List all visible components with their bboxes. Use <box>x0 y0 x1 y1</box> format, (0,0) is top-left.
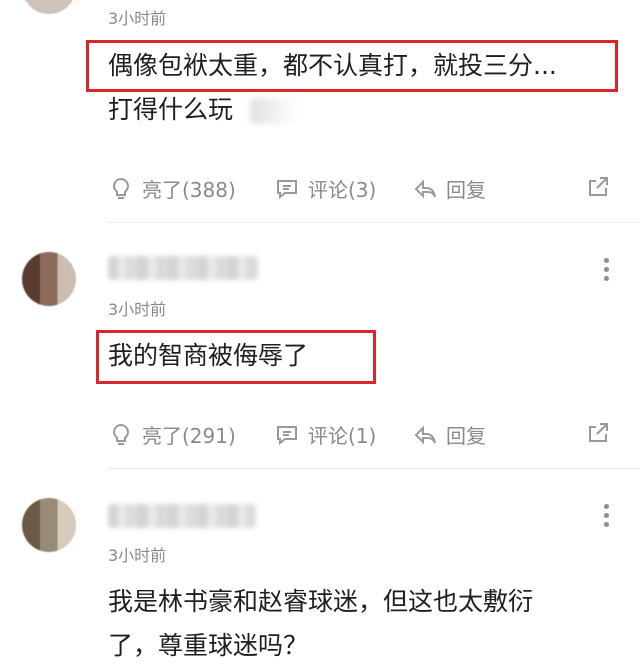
reply-label: 回复 <box>446 178 486 202</box>
comment-time: 3小时前 <box>108 9 167 28</box>
comment-icon <box>277 425 297 445</box>
comment-icon <box>277 179 297 199</box>
comment-label: 评论(1) <box>308 424 377 448</box>
comment-text: 我的智商被侮辱了 <box>108 341 309 370</box>
divider <box>108 222 640 223</box>
blurred-text <box>250 98 300 124</box>
comment-button[interactable]: 评论(3) <box>274 174 376 203</box>
comment-label: 评论(3) <box>308 178 377 202</box>
share-button[interactable] <box>586 174 612 200</box>
avatar[interactable] <box>22 0 76 14</box>
comment-actions: 亮了(291) 评论(1) 回复 <box>0 420 640 460</box>
avatar[interactable] <box>22 252 76 306</box>
comment-time: 3小时前 <box>108 300 167 319</box>
username-blurred[interactable] <box>108 256 258 280</box>
more-vertical-icon <box>604 504 609 509</box>
share-button[interactable] <box>586 420 612 446</box>
avatar[interactable] <box>22 498 76 552</box>
comment-time: 3小时前 <box>108 546 167 565</box>
share-icon <box>589 177 608 196</box>
like-label: 亮了(388) <box>142 178 236 202</box>
username-blurred[interactable] <box>108 504 256 528</box>
more-button[interactable] <box>604 504 610 531</box>
more-button[interactable] <box>604 258 610 285</box>
comment-text-line2: 打得什么玩 <box>108 95 234 124</box>
more-vertical-icon <box>604 258 609 263</box>
reply-button[interactable]: 回复 <box>412 174 486 203</box>
comment-text-line2: 了，尊重球迷吗？ <box>108 631 309 660</box>
divider <box>108 468 640 469</box>
share-icon <box>589 423 608 442</box>
like-label: 亮了(291) <box>142 424 236 448</box>
comment-actions: 亮了(388) 评论(3) 回复 <box>0 174 640 214</box>
reply-button[interactable]: 回复 <box>412 420 486 449</box>
comment-button[interactable]: 评论(1) <box>274 420 376 449</box>
comment-text: 偶像包袱太重，都不认真打，就投三分... <box>108 51 557 80</box>
reply-icon <box>414 179 436 198</box>
like-button[interactable]: 亮了(388) <box>108 174 236 203</box>
reply-icon <box>414 425 436 444</box>
lightbulb-icon <box>113 423 129 445</box>
like-button[interactable]: 亮了(291) <box>108 420 236 449</box>
lightbulb-icon <box>113 177 129 199</box>
comment-text: 我是林书豪和赵睿球迷，但这也太敷衍 <box>108 587 534 616</box>
reply-label: 回复 <box>446 424 486 448</box>
